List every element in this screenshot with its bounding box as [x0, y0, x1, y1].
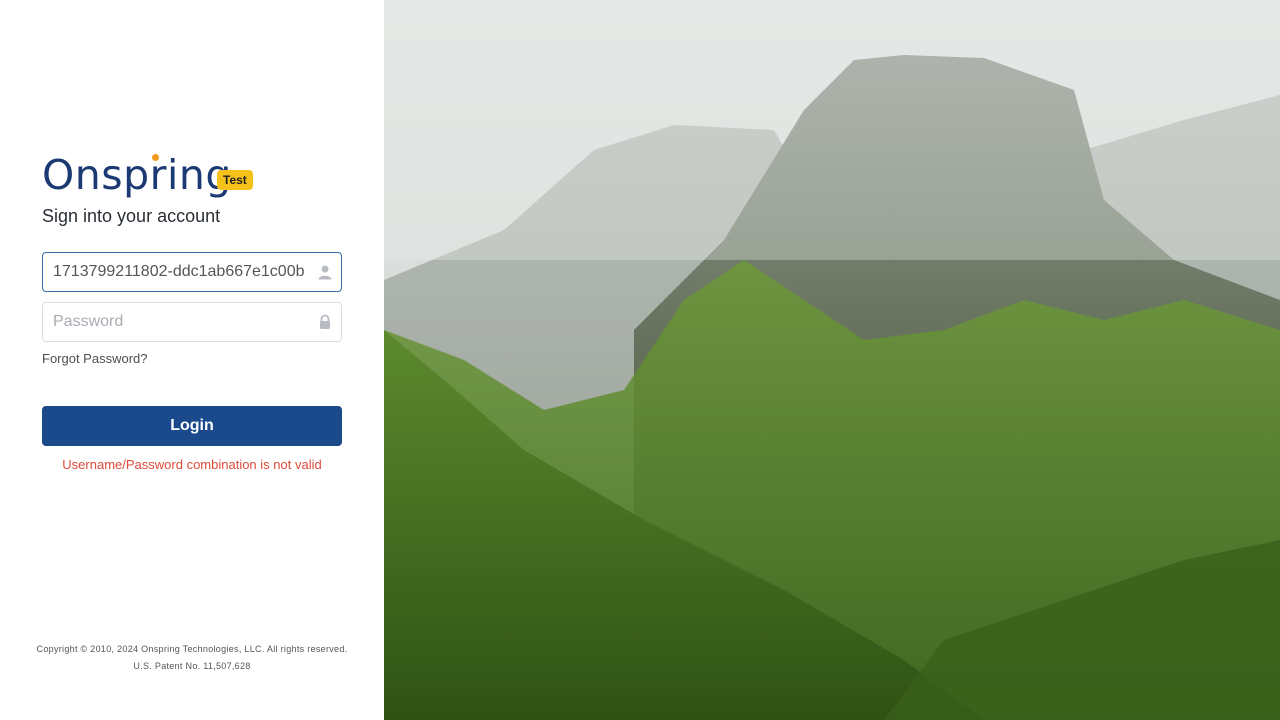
lock-icon — [320, 314, 330, 329]
user-icon — [318, 265, 332, 280]
password-field-wrapper — [42, 302, 342, 342]
environment-badge: Test — [217, 170, 253, 190]
login-button[interactable]: Login — [42, 406, 342, 446]
background-image — [384, 0, 1280, 720]
mountain-landscape-image — [384, 0, 1280, 720]
password-input[interactable] — [43, 303, 305, 341]
page-title: Sign into your account — [42, 206, 221, 226]
username-field-wrapper — [42, 252, 342, 292]
login-panel: Onspring Test Sign into your account For… — [0, 0, 384, 720]
forgot-password-link[interactable]: Forgot Password? — [42, 351, 148, 366]
copyright-text: Copyright © 2010, 2024 Onspring Technolo… — [36, 644, 348, 654]
logo-accent-dot — [152, 154, 159, 161]
error-message: Username/Password combination is not val… — [62, 457, 322, 472]
brand-name: Onspring — [42, 151, 232, 199]
patent-text: U.S. Patent No. 11,507,628 — [133, 661, 251, 671]
username-input[interactable] — [43, 253, 305, 291]
footer: Copyright © 2010, 2024 Onspring Technolo… — [0, 641, 384, 675]
